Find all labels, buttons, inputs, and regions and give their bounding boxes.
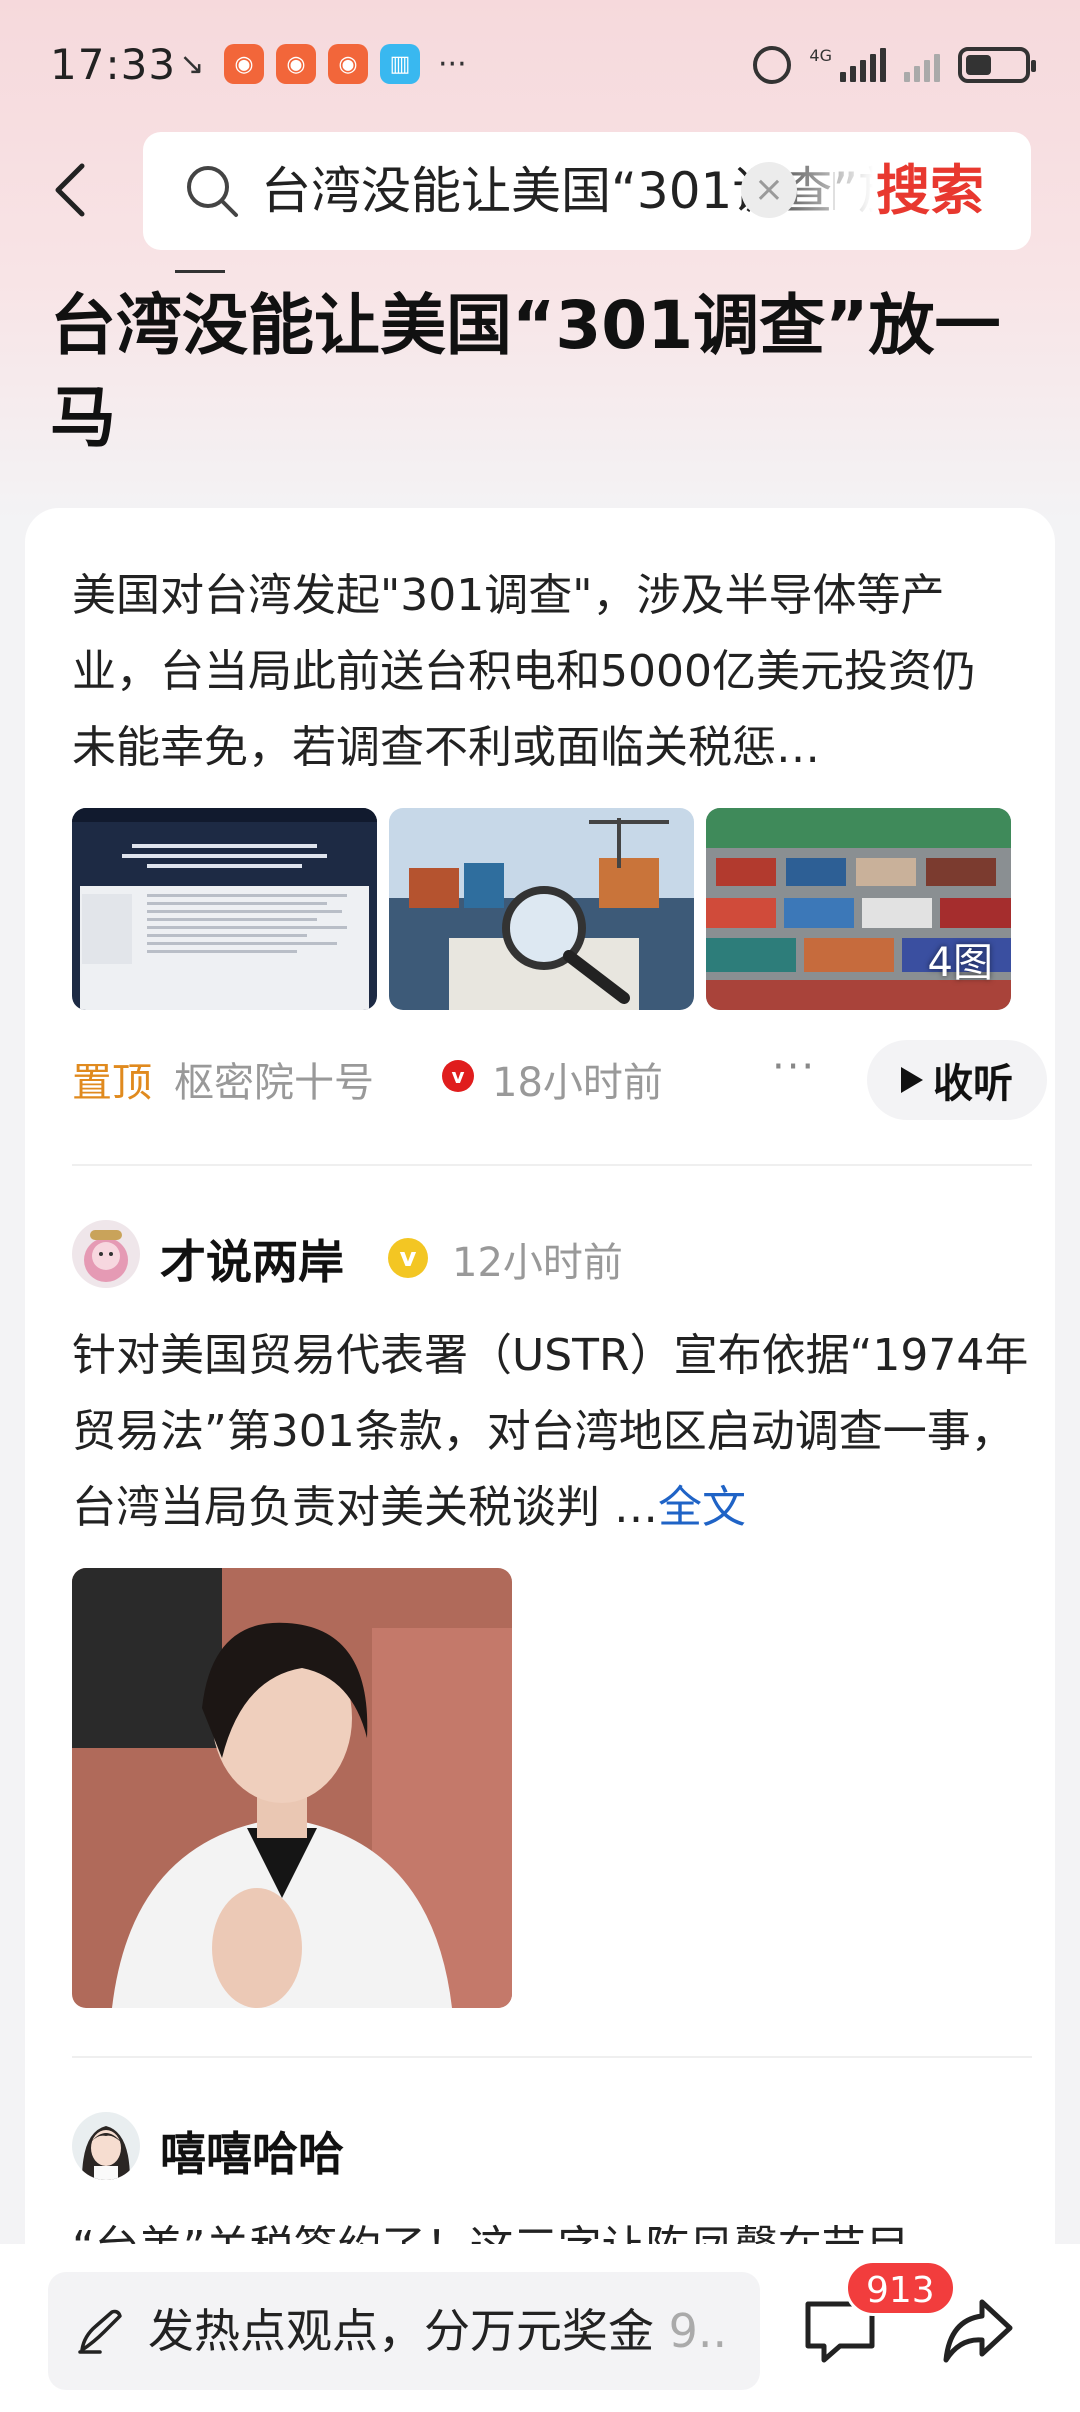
author-name[interactable]: 才说两岸 — [160, 1226, 344, 1292]
post-author-row[interactable]: 才说两岸 v 12小时前 — [72, 1220, 1032, 1300]
clear-search-button[interactable]: × — [741, 162, 797, 218]
signal-icon-secondary — [904, 48, 940, 82]
more-notifications-icon: ··· — [438, 46, 467, 82]
reader-icon: ▥ — [380, 44, 420, 84]
app-icon: ◉ — [224, 44, 264, 84]
summary-meta: 置顶 枢密院十号 v 18小时前 ··· 收听 — [72, 1034, 1047, 1120]
post-time: 12小时前 — [452, 1240, 623, 1286]
author-name[interactable]: 嘻嘻哈哈 — [160, 2118, 344, 2184]
verified-badge-icon: v — [442, 1060, 474, 1092]
image-gallery: 4图 — [72, 808, 1011, 1010]
comment-placeholder-tail: 9.. — [668, 2304, 728, 2358]
port-magnifier-image — [389, 808, 694, 1010]
signal-icon — [840, 48, 886, 82]
network-type-label: 4G — [809, 46, 832, 65]
source-name[interactable]: 枢密院十号 — [174, 1050, 374, 1108]
pinned-tag: 置顶 — [72, 1060, 152, 1106]
divider — [72, 1164, 1032, 1166]
summary-text[interactable]: 美国对台湾发起"301调查"，涉及半导体等产业，台当局此前送台积电和5000亿美… — [72, 558, 1012, 786]
share-icon[interactable] — [938, 2290, 1018, 2370]
full-text-link[interactable]: 全文 — [658, 1482, 746, 1533]
post-text-content: 针对美国贸易代表署（USTR）宣布依据“1974年贸易法”第301条款，对台湾地… — [72, 1330, 1029, 1533]
comment-input[interactable]: 发热点观点，分万元奖金 9.. — [48, 2272, 760, 2390]
alarm-icon — [753, 46, 792, 84]
verified-badge-icon: v — [388, 1238, 428, 1278]
title-decoration — [175, 270, 225, 273]
thumbnail-image[interactable] — [389, 808, 694, 1010]
thumbnail-image[interactable]: 4图 — [706, 808, 1011, 1010]
publish-time: 18小时前 — [492, 1060, 663, 1106]
result-card: 美国对台湾发起"301调查"，涉及半导体等产业，台当局此前送台积电和5000亿美… — [25, 508, 1055, 2412]
cartoon-avatar-image — [72, 1220, 140, 1288]
app-icon: ◉ — [276, 44, 316, 84]
play-icon — [901, 1067, 923, 1093]
battery-level-fill — [966, 55, 992, 75]
divider — [72, 2056, 1032, 2058]
woman-photo-image — [72, 1568, 512, 2008]
back-button[interactable] — [40, 150, 100, 230]
app-icon: ◉ — [328, 44, 368, 84]
comment-placeholder-text: 发热点观点，分万元奖金 — [148, 2304, 654, 2358]
system-icons: 4G — [753, 46, 1036, 84]
post-image[interactable] — [72, 1568, 512, 2008]
ustr-webpage-image — [72, 808, 377, 1010]
listen-button-label: 收听 — [933, 1061, 1013, 1107]
pen-icon — [78, 2309, 122, 2354]
image-count-label: 4图 — [927, 940, 993, 986]
thumbnail-image[interactable] — [72, 808, 377, 1010]
battery-icon — [958, 47, 1036, 83]
post-author-row[interactable]: 嘻嘻哈哈 — [72, 2112, 1032, 2192]
status-bar: 17:33 ↘ ◉ ◉ ◉ ▥ ··· 4G — [0, 0, 1080, 130]
bottom-action-bar: 发热点观点，分万元奖金 9.. 913 — [0, 2244, 1080, 2412]
missed-call-icon: ↘ — [179, 46, 205, 82]
chevron-left-icon — [55, 163, 85, 217]
search-icon — [187, 166, 238, 217]
comment-placeholder: 发热点观点，分万元奖金 9.. — [148, 2298, 748, 2364]
divider — [833, 172, 835, 210]
search-box[interactable]: 台湾没能让美国“301调查”放一马 × 搜索 — [143, 132, 1031, 250]
avatar[interactable] — [72, 2112, 140, 2180]
status-time: 17:33 — [50, 40, 177, 89]
search-button[interactable]: 搜索 — [876, 158, 984, 224]
listen-button[interactable]: 收听 — [867, 1040, 1047, 1120]
page-title: 台湾没能让美国“301调查”放一马 — [50, 287, 1001, 456]
more-options-button[interactable]: ··· — [772, 1044, 816, 1090]
post-text[interactable]: 针对美国贸易代表署（USTR）宣布依据“1974年贸易法”第301条款，对台湾地… — [72, 1318, 1032, 1546]
notification-icons: ↘ ◉ ◉ ◉ ▥ ··· — [172, 44, 467, 84]
avatar[interactable] — [72, 1220, 140, 1288]
anime-girl-avatar-image — [72, 2112, 140, 2180]
